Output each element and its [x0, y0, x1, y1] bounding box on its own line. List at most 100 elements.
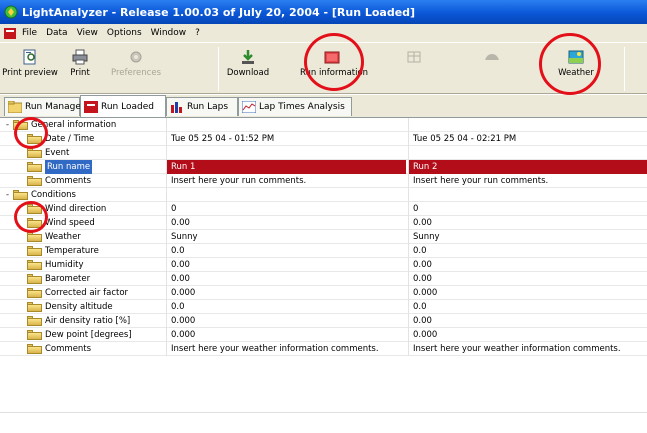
tab-lap-times-analysis[interactable]: Lap Times Analysis: [238, 97, 352, 116]
preferences-button[interactable]: Preferences: [106, 47, 166, 91]
menu-data[interactable]: Data: [46, 28, 68, 38]
run2-value[interactable]: 0.000: [408, 286, 647, 300]
download-icon: [240, 49, 256, 65]
table-button[interactable]: [384, 47, 444, 91]
run2-value[interactable]: 0.00: [408, 272, 647, 286]
car-button[interactable]: [462, 47, 522, 91]
table-row[interactable]: Wind speed 0.00 0.00: [0, 216, 647, 230]
tab-run-manager[interactable]: Run Manager: [4, 97, 85, 116]
run1-value[interactable]: 0.000: [166, 286, 406, 300]
run2-value[interactable]: 0.0: [408, 300, 647, 314]
run-information-button[interactable]: Run information: [300, 47, 368, 91]
print-button[interactable]: Print: [50, 47, 110, 91]
run2-value[interactable]: [408, 146, 647, 160]
table-row[interactable]: Date / Time Tue 05 25 04 - 01:52 PM Tue 05…: [0, 132, 647, 146]
table-row[interactable]: Event: [0, 146, 647, 160]
run2-value[interactable]: [408, 188, 647, 202]
table-row[interactable]: Run name Run 1 Run 2: [0, 160, 647, 174]
gear-icon: [128, 49, 144, 65]
run2-value[interactable]: 0.00: [408, 314, 647, 328]
table-row[interactable]: Air density ratio [%] 0.000 0.00: [0, 314, 647, 328]
run2-value[interactable]: Insert here your weather information com…: [408, 342, 647, 356]
menu-window[interactable]: Window: [151, 28, 187, 38]
run1-value[interactable]: 0.0: [166, 300, 406, 314]
run1-value[interactable]: 0: [166, 202, 406, 216]
menu-file[interactable]: File: [22, 28, 37, 38]
run1-value[interactable]: [166, 188, 406, 202]
row-label-cell[interactable]: - General information: [0, 118, 160, 132]
print-preview-icon: [22, 49, 38, 65]
row-label-cell[interactable]: Comments: [0, 342, 160, 356]
table-row[interactable]: Comments Insert here your weather informa…: [0, 342, 647, 356]
run2-value[interactable]: 0.0: [408, 244, 647, 258]
weather-label: Weather: [558, 68, 594, 78]
run1-value[interactable]: Insert here your run comments.: [166, 174, 406, 188]
row-label-cell[interactable]: Density altitude: [0, 300, 160, 314]
run1-value[interactable]: Tue 05 25 04 - 01:52 PM: [166, 132, 406, 146]
run2-value[interactable]: 0.000: [408, 328, 647, 342]
row-label-cell[interactable]: Weather: [0, 230, 160, 244]
menu-help[interactable]: ?: [195, 28, 200, 38]
table-row[interactable]: Density altitude 0.0 0.0: [0, 300, 647, 314]
tab-run-laps[interactable]: Run Laps: [166, 97, 238, 116]
table-row[interactable]: - General information: [0, 118, 647, 132]
run1-value[interactable]: 0.000: [166, 314, 406, 328]
row-label-cell[interactable]: Air density ratio [%]: [0, 314, 160, 328]
table-row[interactable]: Comments Insert here your run comments. In…: [0, 174, 647, 188]
table-row[interactable]: Corrected air factor 0.000 0.000: [0, 286, 647, 300]
run2-value[interactable]: Run 2: [408, 160, 647, 174]
row-label-cell[interactable]: Corrected air factor: [0, 286, 160, 300]
run2-value[interactable]: Tue 05 25 04 - 02:21 PM: [408, 132, 647, 146]
collapse-icon[interactable]: -: [3, 191, 12, 200]
table-row[interactable]: Wind direction 0 0: [0, 202, 647, 216]
run1-value[interactable]: 0.00: [166, 216, 406, 230]
row-label-cell[interactable]: Humidity: [0, 258, 160, 272]
run1-value[interactable]: Insert here your weather information com…: [166, 342, 406, 356]
run1-value[interactable]: 0.00: [166, 258, 406, 272]
weather-icon: [568, 49, 584, 65]
run2-value[interactable]: [408, 118, 647, 132]
run2-value[interactable]: 0.00: [408, 258, 647, 272]
car-icon: [484, 49, 500, 65]
run1-value[interactable]: 0.000: [166, 328, 406, 342]
row-label: Barometer: [45, 274, 91, 284]
row-label-cell[interactable]: Run name: [0, 160, 160, 174]
download-button[interactable]: Download: [218, 47, 278, 91]
run1-value[interactable]: [166, 118, 406, 132]
tab-run-loaded[interactable]: Run Loaded: [80, 95, 166, 117]
run1-value[interactable]: [166, 146, 406, 160]
weather-button[interactable]: Weather: [546, 47, 606, 91]
folder-icon: [27, 274, 42, 284]
row-label-cell[interactable]: Event: [0, 146, 160, 160]
table-row[interactable]: Dew point [degrees] 0.000 0.000: [0, 328, 647, 342]
menu-options[interactable]: Options: [107, 28, 142, 38]
table-row[interactable]: Barometer 0.00 0.00: [0, 272, 647, 286]
row-label-cell[interactable]: Dew point [degrees]: [0, 328, 160, 342]
run1-value[interactable]: 0.0: [166, 244, 406, 258]
row-label-cell[interactable]: Date / Time: [0, 132, 160, 146]
folder-icon: [27, 232, 42, 242]
row-label: General information: [31, 120, 117, 130]
table-row[interactable]: Humidity 0.00 0.00: [0, 258, 647, 272]
document-icon[interactable]: [4, 27, 16, 39]
collapse-icon[interactable]: -: [3, 121, 12, 130]
run2-value[interactable]: Sunny: [408, 230, 647, 244]
row-label-cell[interactable]: Comments: [0, 174, 160, 188]
run1-value[interactable]: Run 1: [166, 160, 406, 174]
run2-value[interactable]: 0.00: [408, 216, 647, 230]
row-label-cell[interactable]: Barometer: [0, 272, 160, 286]
run2-value[interactable]: Insert here your run comments.: [408, 174, 647, 188]
row-label-cell[interactable]: - Conditions: [0, 188, 160, 202]
row-label: Density altitude: [45, 302, 113, 312]
table-row[interactable]: Temperature 0.0 0.0: [0, 244, 647, 258]
run2-value[interactable]: 0: [408, 202, 647, 216]
menu-view[interactable]: View: [77, 28, 98, 38]
table-row[interactable]: Weather Sunny Sunny: [0, 230, 647, 244]
row-label-cell[interactable]: Wind speed: [0, 216, 160, 230]
row-label-cell[interactable]: Temperature: [0, 244, 160, 258]
run1-value[interactable]: 0.00: [166, 272, 406, 286]
row-label-cell[interactable]: Wind direction: [0, 202, 160, 216]
run1-value[interactable]: Sunny: [166, 230, 406, 244]
table-row[interactable]: - Conditions: [0, 188, 647, 202]
row-label: Air density ratio [%]: [45, 316, 131, 326]
